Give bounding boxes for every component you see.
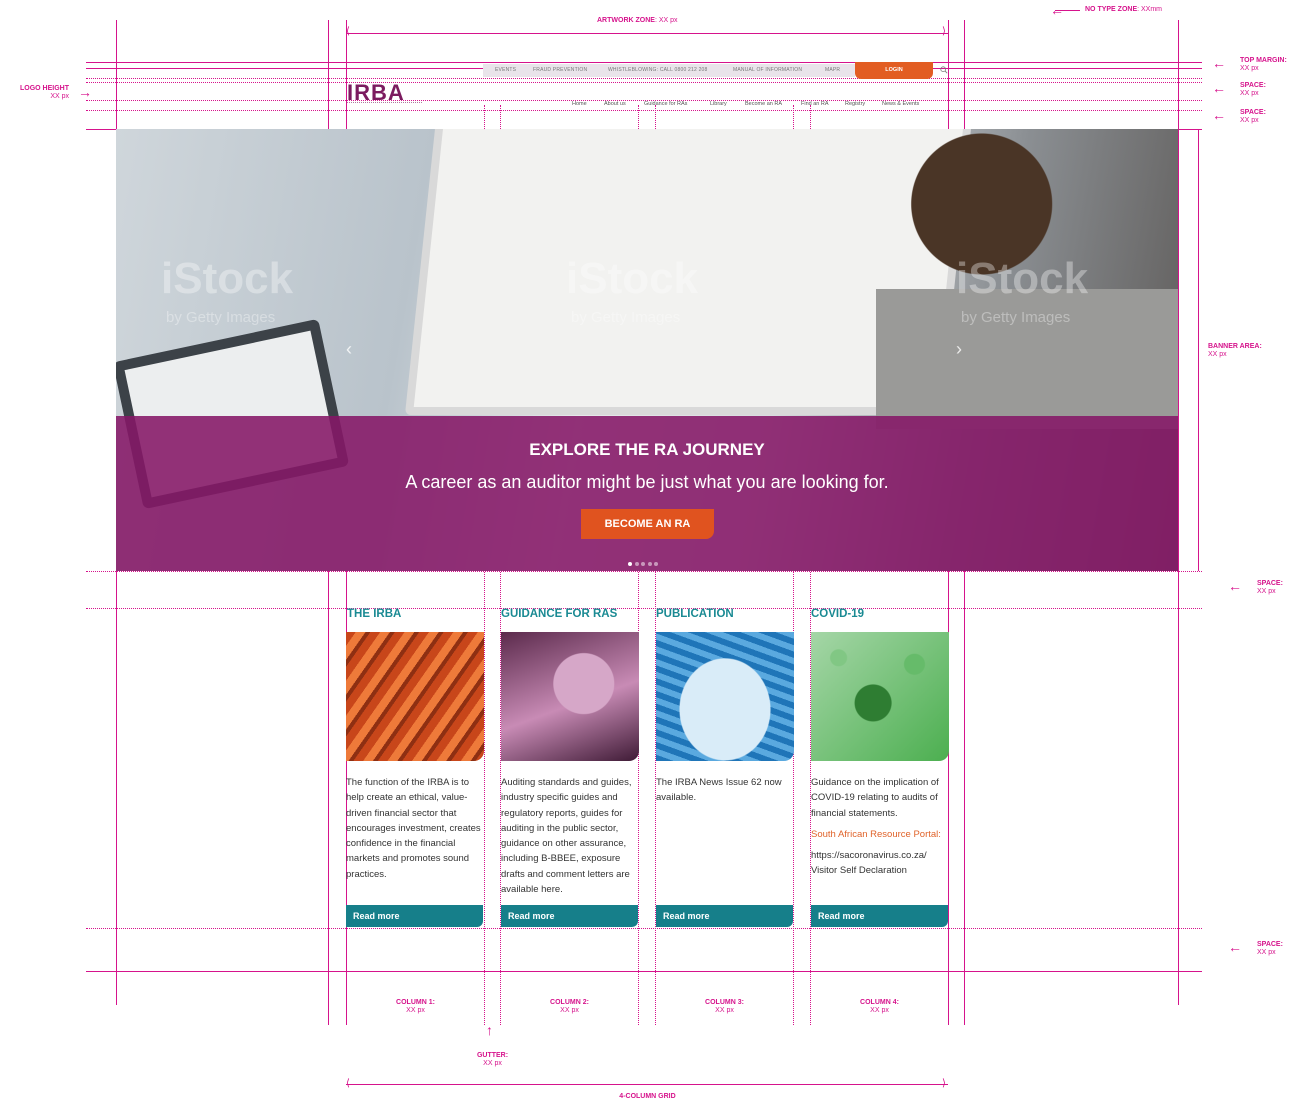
artwork-zone-arrow [346,33,948,34]
login-button[interactable]: LOGIN [855,62,933,79]
column-3-label: COLUMN 3: XX px [705,999,744,1014]
resource-portal-url[interactable]: https://sacoronavirus.co.za/ Visitor Sel… [811,848,941,879]
watermark-sub: by Getty Images [571,309,681,326]
column-text-body: Guidance on the implication of COVID-19 … [811,777,939,819]
nav-about[interactable]: About us [604,101,626,107]
utility-bar: EVENTS FRAUD PREVENTION WHISTLEBLOWING: … [483,64,855,77]
arrow-left-icon: ← [1212,107,1226,123]
arrow-right-icon: ⟩ [942,26,946,37]
column-1-label: COLUMN 1: XX px [396,999,435,1014]
column-title: GUIDANCE FOR RAS [501,608,618,620]
utility-link-events[interactable]: EVENTS [495,67,516,73]
search-icon[interactable] [940,66,948,74]
gutter-label: GUTTER: XX px [476,1052,509,1067]
arrow-right-icon: → [78,84,92,100]
banner-area-label: BANNER AREA: XX px [1208,343,1262,358]
nav-home[interactable]: Home [572,101,587,107]
space-label-1: SPACE: XX px [1240,82,1266,97]
slide-dot[interactable] [634,562,639,566]
guide-top-margin [86,62,1202,63]
slide-dot[interactable] [654,562,658,566]
column-image [346,632,484,761]
column-image [656,632,794,761]
column-image [811,632,949,761]
guide-banner-bottom [86,571,1202,572]
banner-area-arrow [1198,129,1199,571]
guide-margin-right [1178,20,1179,1005]
nav-library[interactable]: Library [710,101,727,107]
arrow-right-icon: ⟩ [942,1078,946,1089]
arrow-left-icon: ← [1228,578,1242,594]
slide-dot[interactable] [628,562,632,566]
guide-space-1 [86,78,1202,79]
column-text: The IRBA News Issue 62 now available. [656,777,782,804]
logo-underline [347,102,422,105]
no-type-zone-arrow [1055,10,1080,11]
watermark: iStock [566,254,699,303]
arrow-up-icon: ↑ [486,1022,493,1038]
watermark: iStock [956,254,1089,303]
become-ra-button[interactable]: BECOME AN RA [581,509,714,539]
resource-portal-link[interactable]: South African Resource Portal: [811,827,951,842]
slider-dots [628,553,661,571]
nav-become[interactable]: Become an RA [745,101,782,107]
watermark-sub: by Getty Images [166,309,276,326]
column-title: COVID-19 [811,608,865,620]
no-type-zone-label: NO TYPE ZONE: XXmm [1085,6,1163,13]
chevron-left-icon[interactable]: ‹ [346,339,352,360]
column-text: Auditing standards and guides, industry … [501,777,632,896]
utility-link-mapr[interactable]: MAPR [825,67,840,73]
read-more-button[interactable]: Read more [656,905,793,927]
hero-banner: iStock by Getty Images iStock by Getty I… [116,129,1178,571]
nav-news[interactable]: News & Events [882,101,919,107]
space-label-3: SPACE: XX px [1257,580,1283,595]
read-more-button[interactable]: Read more [811,905,948,927]
arrow-left-icon: ← [1212,80,1226,96]
utility-link-manual[interactable]: MANUAL OF INFORMATION [733,67,802,73]
slide-dot[interactable] [647,562,652,566]
nav-registry[interactable]: Registry [845,101,865,107]
guide-space-2b [86,110,1202,111]
slide-dot[interactable] [641,562,645,566]
guide-content-top [86,608,1202,609]
nav-guidance[interactable]: Guidance for RAs [644,101,687,107]
column-image [501,632,639,761]
column-2-label: COLUMN 2: XX px [550,999,589,1014]
arrow-left-icon: ← [1212,55,1226,71]
arrow-left-icon: ⟨ [346,26,350,37]
guide-footer-line [86,971,1202,972]
column-4-label: COLUMN 4: XX px [860,999,899,1014]
utility-link-whistleblowing[interactable]: WHISTLEBLOWING: CALL 0800 212 208 [608,67,708,73]
logo-height-label: LOGO HEIGHT XX px [20,85,69,100]
read-more-button[interactable]: Read more [346,905,483,927]
column-title: THE IRBA [347,608,402,620]
read-more-button[interactable]: Read more [501,905,638,927]
hero-title: EXPLORE THE RA JOURNEY [529,440,765,459]
top-margin-label: TOP MARGIN: XX px [1240,57,1287,72]
watermark-sub: by Getty Images [961,309,1071,326]
column-title: PUBLICATION [656,608,734,620]
column-text: Guidance on the implication of COVID-19 … [811,775,951,879]
watermark: iStock [161,254,294,303]
space-label-2: SPACE: XX px [1240,109,1266,124]
column-text: The function of the IRBA is to help crea… [346,777,481,880]
artwork-zone-label: ARTWORK ZONE: XX px [597,17,678,24]
nav-find[interactable]: Find an RA [801,101,829,107]
utility-link-fraud[interactable]: FRAUD PREVENTION [533,67,587,73]
guide-space-1b [86,82,1202,83]
guide-content-bottom [86,928,1202,929]
grid-label: 4-COLUMN GRID [619,1093,676,1100]
arrow-left-icon: ⟨ [346,1078,350,1089]
hero-subtitle: A career as an auditor might be just wha… [405,472,889,492]
arrow-left-icon: ← [1228,939,1242,955]
chevron-right-icon[interactable]: › [956,339,962,360]
space-label-4: SPACE: XX px [1257,941,1283,956]
grid-arrow [346,1084,948,1085]
